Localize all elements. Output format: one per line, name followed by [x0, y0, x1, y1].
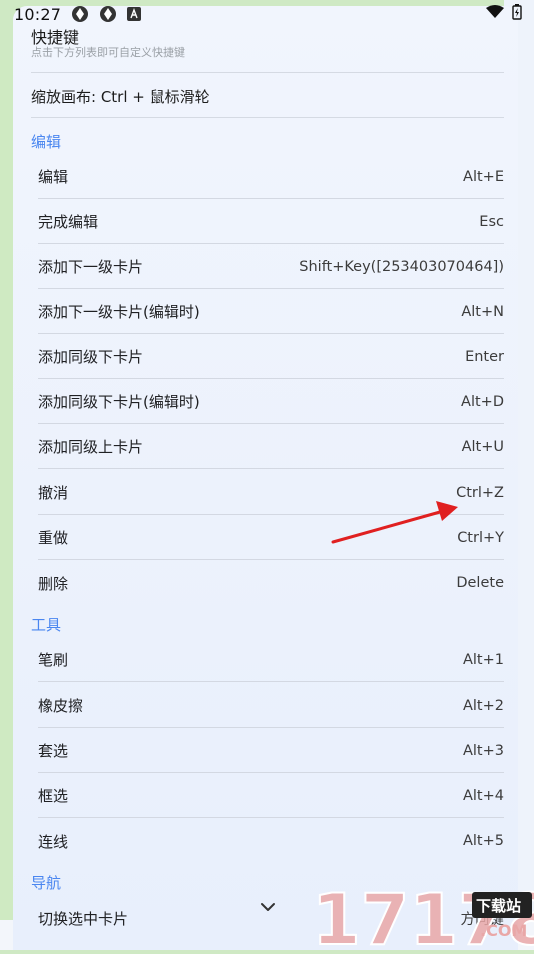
shortcut-row-edit[interactable]: 编辑 Alt+E [38, 155, 504, 199]
section-header-tools: 工具 [31, 616, 62, 634]
shortcut-row-add-child-card[interactable]: 添加下一级卡片 Shift+Key([253403070464]) [38, 245, 504, 289]
watermark: 17178 下载站 .COM [310, 878, 534, 954]
battery-icon [512, 4, 522, 20]
shortcut-label: 笔刷 [38, 651, 69, 669]
shortcut-row-redo[interactable]: 重做 Ctrl+Y [38, 516, 504, 560]
watermark-domain: .COM [480, 921, 527, 940]
wifi-icon [486, 5, 504, 18]
shortcut-label: 套选 [38, 742, 69, 760]
shortcut-key: Shift+Key([253403070464]) [299, 258, 504, 275]
shortcut-label: 橡皮擦 [38, 697, 84, 715]
shortcut-key: Alt+4 [462, 787, 504, 804]
shortcut-label: 添加同级上卡片 [38, 438, 144, 456]
shortcut-key: Delete [456, 575, 504, 591]
shortcut-key: Alt+2 [462, 697, 504, 714]
shortcut-label: 撤消 [38, 484, 69, 502]
shortcut-row-connect[interactable]: 连线 Alt+5 [38, 819, 504, 863]
shortcut-key: Esc [479, 213, 504, 230]
shortcut-row-add-sibling-below-editing[interactable]: 添加同级下卡片(编辑时) Alt+D [38, 380, 504, 424]
shortcut-label: 重做 [38, 529, 69, 547]
shortcut-label: 添加同级下卡片 [38, 348, 144, 366]
shortcut-key: Alt+5 [462, 833, 504, 849]
shortcut-row-finish-edit[interactable]: 完成编辑 Esc [38, 200, 504, 244]
shortcut-label: 框选 [38, 787, 69, 805]
shortcut-label: 编辑 [38, 168, 69, 186]
shortcut-key: Alt+3 [462, 742, 504, 759]
shortcut-key: Alt+D [461, 393, 504, 410]
shortcut-key: Enter [465, 348, 504, 365]
shortcut-label: 切换选中卡片 [38, 909, 129, 928]
shortcut-label: 添加同级下卡片(编辑时) [38, 393, 200, 411]
shortcut-row-brush[interactable]: 笔刷 Alt+1 [38, 638, 504, 682]
shortcut-row-add-sibling-below[interactable]: 添加同级下卡片 Enter [38, 335, 504, 379]
shortcut-row-eraser[interactable]: 橡皮擦 Alt+2 [38, 684, 504, 728]
shortcut-label: 添加下一级卡片(编辑时) [38, 303, 200, 321]
shortcut-row-box-select[interactable]: 框选 Alt+4 [38, 774, 504, 818]
app-notification-icon-2 [100, 6, 117, 22]
shortcut-key: Ctrl+Z [456, 484, 504, 501]
shortcut-label: 连线 [38, 832, 69, 851]
sheet-subtitle: 点击下方列表即可自定义快捷键 [31, 46, 185, 59]
status-bar: 10:27 [0, 0, 534, 28]
background-canvas-left [0, 60, 14, 950]
status-time: 10:27 [14, 4, 62, 24]
section-header-edit: 编辑 [31, 133, 62, 151]
text-a-icon [127, 7, 142, 21]
shortcut-row-add-sibling-above[interactable]: 添加同级上卡片 Alt+U [38, 425, 504, 469]
section-header-nav: 导航 [31, 874, 62, 892]
shortcut-key: Alt+E [463, 168, 504, 185]
shortcut-row-undo[interactable]: 撤消 Ctrl+Z [38, 471, 504, 515]
shortcut-key: Alt+N [461, 303, 504, 320]
watermark-sub: 下载站 [476, 897, 521, 915]
shortcut-label: 添加下一级卡片 [38, 258, 144, 276]
shortcut-sheet: 快捷键 点击下方列表即可自定义快捷键 缩放画布: Ctrl + 鼠标滑轮 编辑 … [13, 6, 518, 950]
divider [31, 117, 504, 118]
divider [31, 72, 504, 73]
chevron-down-icon[interactable] [258, 899, 278, 915]
shortcut-label: 完成编辑 [38, 213, 99, 231]
shortcut-label: 删除 [38, 574, 69, 593]
watermark-logo: 17178 下载站 .COM [311, 878, 534, 954]
shortcut-key: Ctrl+Y [457, 529, 504, 546]
shortcut-row-add-child-card-editing[interactable]: 添加下一级卡片(编辑时) Alt+N [38, 290, 504, 334]
shortcut-key: Alt+1 [462, 651, 504, 668]
zoom-hint: 缩放画布: Ctrl + 鼠标滑轮 [31, 88, 210, 106]
app-notification-icon [72, 6, 89, 22]
shortcut-key: Alt+U [461, 438, 504, 455]
shortcut-row-delete[interactable]: 删除 Delete [38, 561, 504, 605]
shortcut-row-lasso[interactable]: 套选 Alt+3 [38, 729, 504, 773]
